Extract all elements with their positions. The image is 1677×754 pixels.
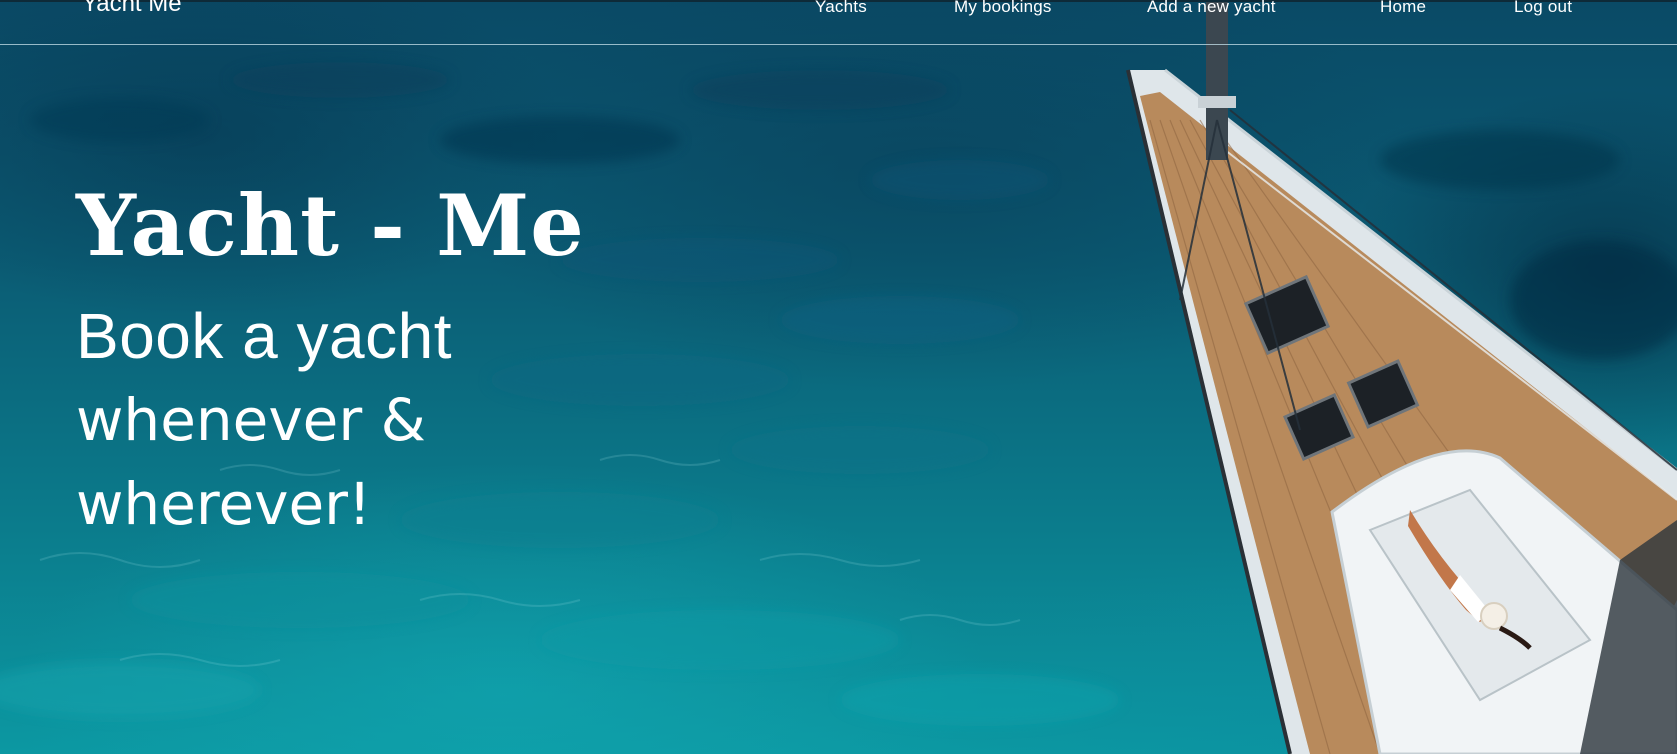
hero-title: Yacht - Me [76,176,585,275]
nav-link-logout[interactable]: Log out [1514,0,1572,17]
hero-subtitle-line3: wherever! [76,470,372,538]
nav-link-yachts[interactable]: Yachts [815,0,867,17]
hero-section: Yacht - Me Book a yacht whenever & where… [76,176,585,546]
nav-link-my-bookings[interactable]: My bookings [954,0,1052,17]
nav-link-add-yacht[interactable]: Add a new yacht [1147,0,1276,17]
nav-link-home[interactable]: Home [1380,0,1426,17]
navbar: Yacht Me Yachts My bookings Add a new ya… [0,0,1677,45]
hero-subtitle: Book a yacht whenever & wherever! [76,294,585,546]
hero-subtitle-line2: whenever & [76,386,426,454]
brand-logo[interactable]: Yacht Me [82,0,182,18]
hero-subtitle-line1: Book a yacht [76,300,452,372]
